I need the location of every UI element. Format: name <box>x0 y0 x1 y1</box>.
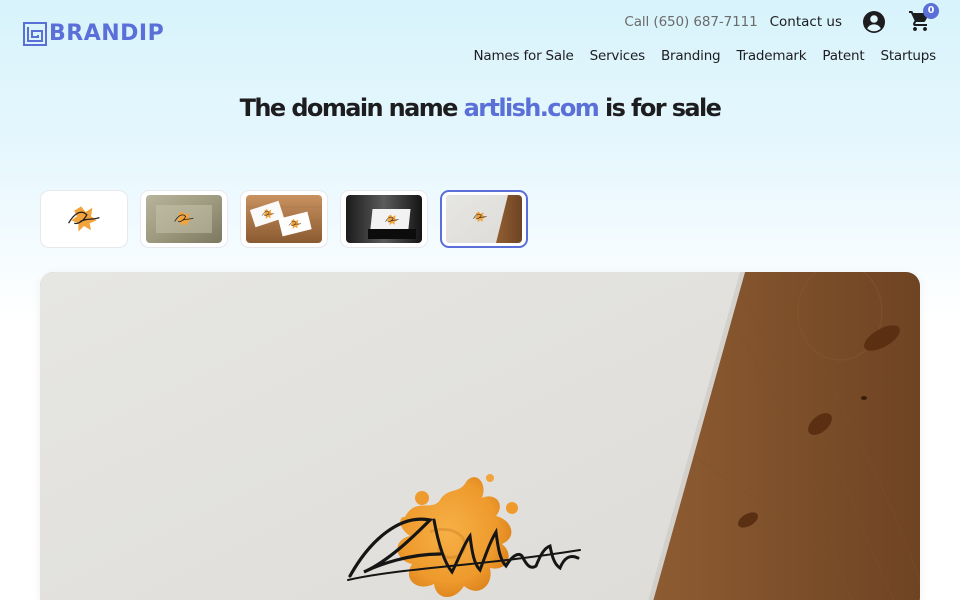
main-preview-image <box>40 272 920 600</box>
thumbnail-card-stand[interactable] <box>340 190 428 248</box>
nav-item-branding[interactable]: Branding <box>661 46 721 66</box>
main-navigation: Names for Sale Services Branding Tradema… <box>474 46 937 66</box>
domain-name: artlish.com <box>463 94 600 122</box>
thumbnail-image <box>146 195 222 243</box>
thumbnail-business-cards[interactable] <box>240 190 328 248</box>
title-prefix: The domain name <box>239 94 464 122</box>
page-title: The domain name artlish.com is for sale <box>0 84 960 132</box>
title-suffix: is for sale <box>598 94 722 122</box>
thumbnail-image <box>46 195 122 243</box>
nav-item-patent[interactable]: Patent <box>822 46 864 66</box>
thumbnail-gallery <box>40 190 528 248</box>
nav-item-startups[interactable]: Startups <box>880 46 936 66</box>
thumbnail-paper-desk[interactable] <box>440 190 528 248</box>
nav-item-services[interactable]: Services <box>590 46 646 66</box>
thumbnail-image <box>446 195 522 243</box>
contact-us-link[interactable]: Contact us <box>770 14 842 30</box>
cart-button[interactable]: 0 <box>908 3 939 35</box>
thumbnail-logo-glass[interactable] <box>140 190 228 248</box>
thumbnail-image <box>346 195 422 243</box>
nav-item-trademark[interactable]: Trademark <box>736 46 806 66</box>
thumbnail-image <box>246 195 322 243</box>
nav-item-names-for-sale[interactable]: Names for Sale <box>474 46 574 66</box>
brandip-logo-icon <box>23 22 47 46</box>
user-circle-icon[interactable] <box>862 10 886 34</box>
header-utility-bar: Call (650) 687-7111 Contact us 0 <box>624 3 939 36</box>
brand-logo[interactable]: BRANDIP <box>23 22 164 46</box>
thumbnail-logo-white[interactable] <box>40 190 128 248</box>
brand-name: BRANDIP <box>49 21 165 46</box>
phone-number[interactable]: Call (650) 687-7111 <box>624 14 757 30</box>
cart-count-badge: 0 <box>923 3 939 19</box>
preview-mockup <box>40 272 920 600</box>
